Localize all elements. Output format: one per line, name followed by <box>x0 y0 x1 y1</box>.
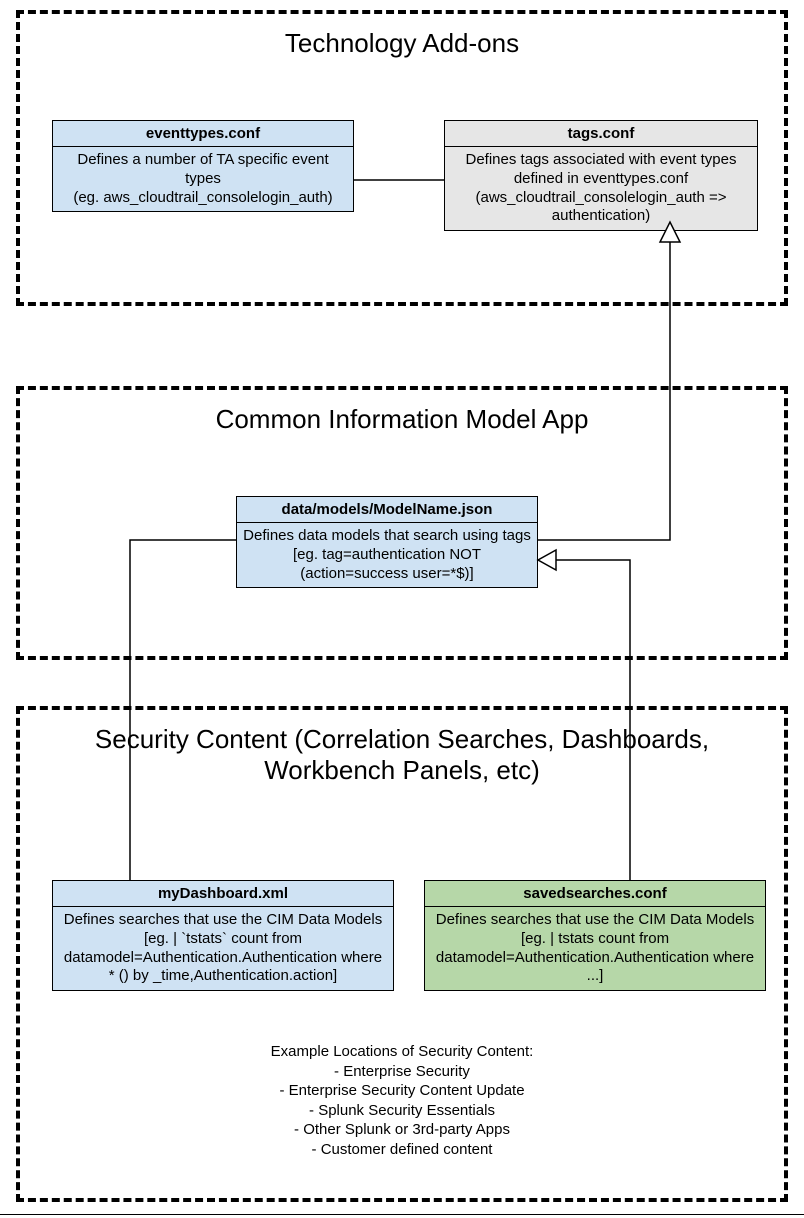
entity-savedsearches-body: Defines searches that use the CIM Data M… <box>425 907 765 990</box>
security-content-note: Example Locations of Security Content:- … <box>0 1042 804 1159</box>
entity-eventtypes-header: eventtypes.conf <box>53 121 353 147</box>
entity-tags-header: tags.conf <box>445 121 757 147</box>
section3-title: Security Content (Correlation Searches, … <box>20 724 784 786</box>
page-cut-line <box>0 1214 804 1215</box>
entity-datamodel-body: Defines data models that search using ta… <box>237 523 537 587</box>
entity-savedsearches-conf: savedsearches.conf Defines searches that… <box>424 880 766 991</box>
section2-title: Common Information Model App <box>20 404 784 435</box>
entity-mydashboard-header: myDashboard.xml <box>53 881 393 907</box>
entity-datamodel-header: data/models/ModelName.json <box>237 497 537 523</box>
entity-eventtypes-body: Defines a number of TA specific event ty… <box>53 147 353 211</box>
entity-datamodel-json: data/models/ModelName.json Defines data … <box>236 496 538 588</box>
entity-tags-conf: tags.conf Defines tags associated with e… <box>444 120 758 231</box>
section1-title: Technology Add-ons <box>20 28 784 59</box>
entity-tags-body: Defines tags associated with event types… <box>445 147 757 230</box>
entity-savedsearches-header: savedsearches.conf <box>425 881 765 907</box>
entity-eventtypes-conf: eventtypes.conf Defines a number of TA s… <box>52 120 354 212</box>
entity-mydashboard-xml: myDashboard.xml Defines searches that us… <box>52 880 394 991</box>
entity-mydashboard-body: Defines searches that use the CIM Data M… <box>53 907 393 990</box>
